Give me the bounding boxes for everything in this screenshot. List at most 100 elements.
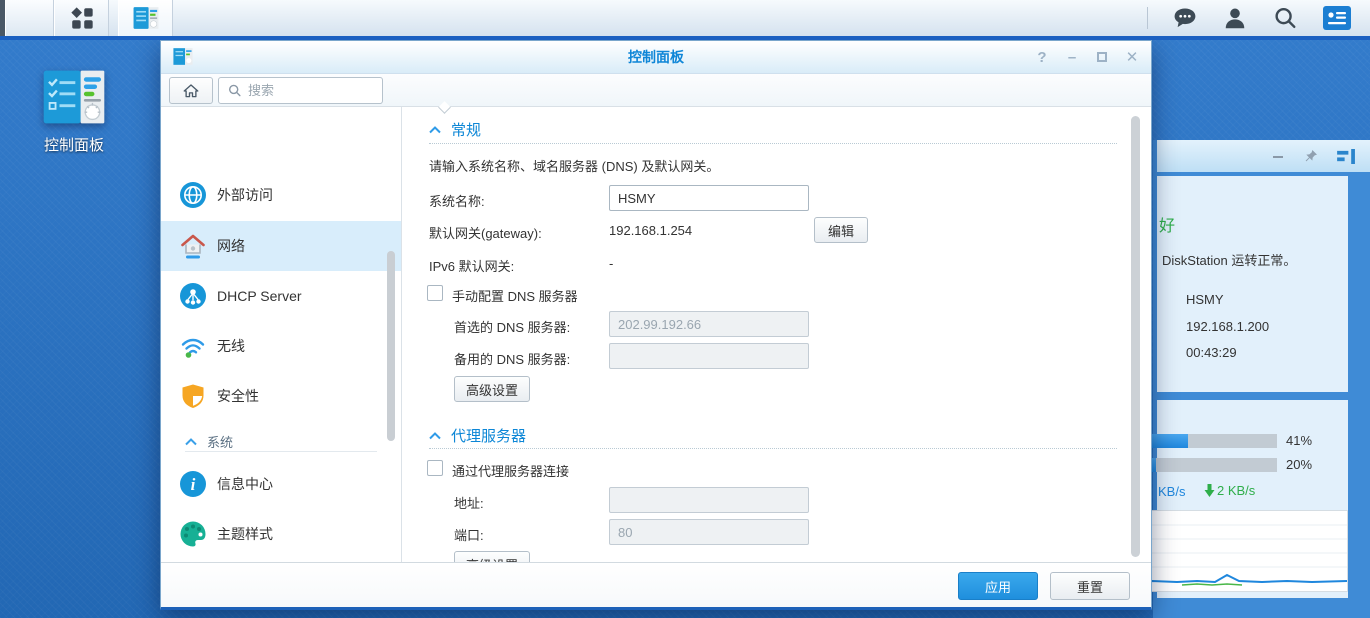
proxy-address-label: 地址: — [454, 493, 484, 512]
globe-icon — [179, 181, 207, 209]
resource-monitor-widget: 41% 20% KB/s 2 KB/s — [1157, 400, 1348, 598]
taskbar-control-panel-button[interactable] — [118, 0, 173, 36]
control-panel-task-icon — [133, 6, 159, 30]
home-icon — [182, 82, 200, 100]
section-divider — [429, 448, 1117, 449]
main-menu-icon — [70, 6, 94, 30]
sidebar-divider — [185, 451, 377, 452]
proxy-port-input[interactable] — [609, 519, 809, 545]
global-search-icon[interactable] — [1272, 5, 1298, 31]
search-icon — [227, 83, 242, 98]
upload-speed: KB/s — [1158, 484, 1185, 499]
sidebar-item-info-center[interactable]: i 信息中心 — [161, 459, 401, 509]
system-health-widget: 好 DiskStation 运转正常。 HSMY 192.168.1.200 0… — [1157, 176, 1348, 392]
sidebar-scrollbar[interactable] — [387, 251, 395, 441]
content-pane: 常规 请输入系统名称、域名服务器 (DNS) 及默认网关。 系统名称: 默认网关… — [401, 107, 1151, 562]
taskbar — [0, 0, 1370, 36]
lan-ip-value: 192.168.1.200 — [1186, 319, 1269, 334]
notifications-chat-icon[interactable] — [1172, 5, 1198, 31]
sidebar-item-theme[interactable]: 主题样式 — [161, 509, 401, 559]
system-name-label: 系统名称: — [429, 191, 485, 210]
sidebar-item-dhcp-server[interactable]: DHCP Server — [161, 271, 401, 321]
help-button[interactable]: ? — [1035, 51, 1049, 65]
dns-advanced-button[interactable]: 高级设置 — [454, 376, 530, 402]
home-button[interactable] — [169, 77, 213, 104]
sidebar-section-system[interactable]: 系统 — [161, 432, 401, 451]
preferred-dns-label: 首选的 DNS 服务器: — [454, 317, 570, 336]
apply-button[interactable]: 应用 — [958, 572, 1038, 600]
sidebar-item-external-access[interactable]: 外部访问 — [161, 170, 401, 220]
minimize-button[interactable]: – — [1065, 51, 1079, 65]
ipv6-gateway-label: IPv6 默认网关: — [429, 256, 514, 275]
sidebar: 外部访问 网络 DHCP Server — [161, 107, 401, 562]
gateway-label: 默认网关(gateway): — [429, 223, 542, 242]
preferred-dns-input[interactable] — [609, 311, 809, 337]
svg-text:i: i — [191, 475, 196, 494]
proxy-address-input[interactable] — [609, 487, 809, 513]
sidebar-search — [218, 77, 383, 104]
user-icon[interactable] — [1222, 5, 1248, 31]
wifi-icon — [179, 332, 207, 360]
taskbar-tray — [1147, 0, 1370, 36]
network-home-icon — [179, 232, 207, 260]
uptime-value: 00:43:29 — [1186, 345, 1237, 360]
window-toolbar: 常规 网络界面 流量控制 静态路由 DSM 设置 — [161, 74, 1151, 107]
network-traffic-chart — [1126, 510, 1348, 592]
widget-panel-toggle-icon[interactable] — [1337, 149, 1356, 164]
sidebar-item-security[interactable]: 安全性 — [161, 371, 401, 421]
ipv6-gateway-value: - — [609, 256, 613, 271]
widget-panel-titlebar — [1157, 140, 1370, 172]
taskbar-separator — [1147, 7, 1148, 29]
window-titlebar: 控制面板 ? – ✕ — [161, 41, 1151, 74]
proxy-connect-checkbox[interactable] — [427, 460, 443, 476]
download-speed: 2 KB/s — [1204, 483, 1255, 498]
chevron-up-icon — [429, 126, 441, 134]
info-icon: i — [179, 470, 207, 498]
proxy-advanced-button[interactable]: 高级设置 — [454, 551, 530, 562]
dhcp-icon — [179, 282, 207, 310]
control-panel-icon — [41, 68, 107, 126]
server-name-value: HSMY — [1186, 292, 1224, 307]
search-input[interactable] — [248, 83, 358, 98]
taskbar-empty-button[interactable] — [5, 0, 54, 36]
main-menu-button[interactable] — [54, 0, 109, 36]
palette-icon — [179, 520, 207, 548]
close-button[interactable]: ✕ — [1125, 51, 1139, 65]
window-title: 控制面板 — [161, 41, 1151, 74]
general-description: 请输入系统名称、域名服务器 (DNS) 及默认网关。 — [429, 156, 719, 175]
taskbar-bottom-edge — [0, 36, 1370, 40]
widgets-toggle-icon[interactable] — [1322, 5, 1352, 31]
sidebar-item-wireless[interactable]: 无线 — [161, 321, 401, 371]
desktop-shortcut-control-panel[interactable]: 控制面板 — [24, 68, 124, 155]
health-status-text: 好 — [1159, 212, 1175, 236]
cpu-usage-percent: 41% — [1286, 433, 1312, 448]
system-name-input[interactable] — [609, 185, 809, 211]
window-titlebar-icon — [173, 47, 193, 71]
reset-button[interactable]: 重置 — [1050, 572, 1130, 600]
maximize-button[interactable] — [1095, 51, 1109, 65]
shortcut-label: 控制面板 — [24, 134, 124, 155]
alternate-dns-label: 备用的 DNS 服务器: — [454, 349, 570, 368]
health-message: DiskStation 运转正常。 — [1162, 250, 1296, 269]
ram-usage-percent: 20% — [1286, 457, 1312, 472]
proxy-port-label: 端口: — [454, 525, 484, 544]
proxy-connect-label: 通过代理服务器连接 — [452, 461, 569, 480]
chevron-up-icon — [185, 438, 197, 446]
download-arrow-icon — [1204, 484, 1215, 497]
control-panel-window: 控制面板 ? – ✕ — [160, 40, 1152, 610]
manual-dns-label: 手动配置 DNS 服务器 — [452, 286, 578, 305]
alternate-dns-input[interactable] — [609, 343, 809, 369]
widget-panel: 好 DiskStation 运转正常。 HSMY 192.168.1.200 0… — [1153, 140, 1370, 618]
section-divider — [429, 143, 1117, 144]
content-scrollbar[interactable] — [1131, 116, 1140, 557]
widget-pin-icon[interactable] — [1303, 148, 1319, 164]
window-footer: 应用 重置 — [161, 562, 1151, 607]
sidebar-item-network[interactable]: 网络 — [161, 221, 401, 271]
section-general[interactable]: 常规 — [429, 119, 481, 140]
section-proxy[interactable]: 代理服务器 — [429, 425, 526, 446]
chevron-up-icon — [429, 432, 441, 440]
widget-minimize-icon[interactable] — [1271, 149, 1285, 163]
gateway-value: 192.168.1.254 — [609, 223, 692, 238]
manual-dns-checkbox[interactable] — [427, 285, 443, 301]
edit-gateway-button[interactable]: 编辑 — [814, 217, 868, 243]
